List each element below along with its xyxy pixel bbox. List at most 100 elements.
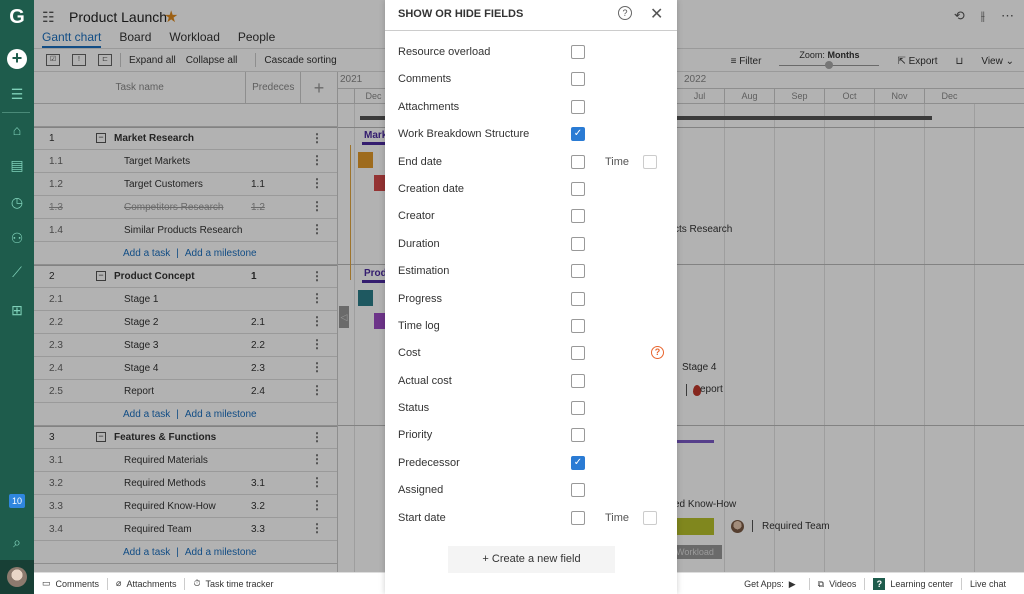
collapse-menu-icon[interactable]: ☰: [7, 84, 27, 104]
field-row: Attachments: [385, 94, 677, 121]
field-checkbox[interactable]: [571, 264, 585, 279]
attachments-button[interactable]: ⌀ Attachments: [108, 578, 184, 589]
analytics-icon[interactable]: ⟋: [7, 262, 27, 282]
field-row: Progress: [385, 286, 677, 313]
field-list: Resource overload Comments Attachments Work…: [385, 39, 677, 532]
field-checkbox[interactable]: [571, 483, 585, 498]
field-checkbox[interactable]: [571, 209, 585, 224]
left-rail: G + ☰ ⌂ ▤ ◷ ⚇ ⟋ ⊞ 10 ⌕: [0, 0, 34, 594]
avatar-area: [0, 560, 34, 594]
get-apps-label: Get Apps:: [744, 579, 784, 589]
people-icon[interactable]: ⚇: [7, 228, 27, 248]
field-row: Predecessor ✓: [385, 450, 677, 477]
field-checkbox[interactable]: [571, 346, 585, 361]
field-row: Assigned: [385, 477, 677, 504]
time-label: Time: [605, 155, 630, 168]
field-checkbox[interactable]: [571, 45, 585, 59]
attachments-label: Attachments: [126, 578, 177, 589]
field-label: Comments: [398, 73, 452, 86]
time-label: Time: [605, 511, 630, 524]
field-row: Start date Time: [385, 505, 677, 532]
get-apps: Get Apps: ▶: [736, 579, 808, 590]
field-checkbox[interactable]: [571, 428, 585, 443]
apps-icon[interactable]: ⊞: [7, 300, 27, 320]
field-checkbox[interactable]: [571, 154, 585, 169]
field-row: Resource overload: [385, 39, 677, 66]
field-checkbox[interactable]: ✓: [571, 127, 585, 142]
field-label: Estimation: [398, 265, 450, 278]
stopwatch-icon: ⏱: [193, 578, 201, 588]
field-row: Actual cost: [385, 368, 677, 395]
google-play-icon[interactable]: ▶: [789, 579, 796, 590]
field-label: Priority: [398, 429, 433, 442]
bottom-right: Get Apps: ▶ ⧉ Videos ? Learning center Live…: [736, 573, 1014, 594]
videos-label: Videos: [829, 579, 857, 589]
dialog-header: SHOW OR HIDE FIELDS ? ✕: [385, 0, 677, 31]
field-checkbox[interactable]: [571, 510, 585, 525]
time-checkbox[interactable]: [643, 510, 657, 525]
create-field-button[interactable]: + Create a new field: [448, 546, 615, 573]
live-chat-button[interactable]: Live chat: [962, 579, 1014, 589]
field-row: Priority: [385, 422, 677, 449]
field-label: Resource overload: [398, 46, 491, 58]
help-icon: ?: [873, 578, 886, 590]
field-checkbox[interactable]: [571, 181, 585, 196]
rail-divider: [2, 112, 30, 113]
field-label: End date: [398, 155, 443, 168]
show-hide-fields-dialog: SHOW OR HIDE FIELDS ? ✕ Resource overloa…: [385, 0, 677, 594]
field-checkbox[interactable]: [571, 291, 585, 306]
comment-icon: ▭: [42, 578, 51, 588]
field-label: Actual cost: [398, 374, 452, 387]
help-icon[interactable]: ?: [618, 6, 632, 20]
dialog-title: SHOW OR HIDE FIELDS: [398, 8, 524, 20]
field-checkbox[interactable]: [571, 72, 585, 87]
field-label: Duration: [398, 237, 440, 250]
field-checkbox[interactable]: [571, 373, 585, 388]
time-checkbox[interactable]: [643, 154, 657, 169]
field-row: Time log: [385, 313, 677, 340]
search-icon[interactable]: ⌕: [7, 532, 27, 552]
field-row: Estimation: [385, 258, 677, 285]
field-label: Progress: [398, 292, 443, 305]
live-chat-label: Live chat: [969, 579, 1006, 589]
field-checkbox[interactable]: [571, 99, 585, 114]
field-label: Work Breakdown Structure: [398, 128, 530, 141]
add-icon[interactable]: +: [7, 49, 27, 69]
clock-icon[interactable]: ◷: [7, 192, 27, 212]
field-label: Time log: [398, 319, 440, 332]
field-row: Creator: [385, 203, 677, 230]
field-label: Creator: [398, 210, 435, 223]
field-label: Cost: [398, 347, 421, 360]
field-row: Comments: [385, 66, 677, 93]
video-icon: ⧉: [817, 578, 825, 589]
app-logo[interactable]: G: [6, 6, 28, 28]
field-checkbox[interactable]: [571, 318, 585, 333]
time-tracker-label: Task time tracker: [205, 578, 274, 589]
learning-center-button[interactable]: ? Learning center: [865, 578, 961, 590]
learning-center-label: Learning center: [890, 579, 953, 589]
field-checkbox[interactable]: [571, 236, 585, 251]
cost-help-icon[interactable]: ?: [651, 346, 664, 360]
notifications-badge[interactable]: 10: [9, 494, 25, 508]
field-label: Creation date: [398, 182, 465, 195]
field-checkbox[interactable]: [571, 401, 585, 416]
field-checkbox[interactable]: ✓: [571, 455, 585, 470]
field-label: Status: [398, 402, 430, 415]
comments-label: Comments: [55, 578, 100, 589]
avatar[interactable]: [7, 567, 27, 587]
field-row: Duration: [385, 231, 677, 258]
field-row: Status: [385, 395, 677, 422]
field-row: Cost?: [385, 340, 677, 367]
field-row: End date Time: [385, 149, 677, 176]
time-tracker-button[interactable]: ⏱ Task time tracker: [185, 578, 281, 589]
field-row: Work Breakdown Structure ✓: [385, 121, 677, 148]
close-icon[interactable]: ✕: [650, 4, 663, 24]
home-icon[interactable]: ⌂: [7, 120, 27, 140]
field-label: Start date: [398, 511, 446, 524]
field-label: Assigned: [398, 484, 444, 497]
paperclip-icon: ⌀: [116, 578, 122, 588]
comments-button[interactable]: ▭ Comments: [34, 578, 107, 589]
list-icon[interactable]: ▤: [7, 155, 27, 175]
videos-button[interactable]: ⧉ Videos: [810, 579, 865, 590]
field-label: Attachments: [398, 100, 460, 113]
